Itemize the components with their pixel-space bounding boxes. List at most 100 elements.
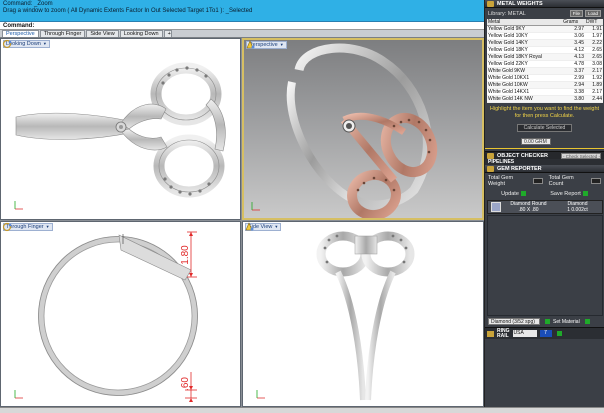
add-tab-button[interactable]: +: [163, 30, 172, 37]
ring-size-select[interactable]: 7: [539, 330, 552, 337]
table-row[interactable]: Yellow Gold 18KY Royal 4.13 2.65: [487, 53, 603, 61]
dwt-cell: 2.17: [584, 88, 603, 96]
material-icon[interactable]: [545, 319, 550, 324]
metal-name-cell: Yellow Gold 9KY: [487, 25, 563, 33]
dwt-cell: 2.44: [584, 95, 603, 103]
grams-cell: 3.80: [562, 95, 585, 103]
render-mode-icon[interactable]: [244, 40, 256, 50]
metal-name-cell: White Gold 14K NW: [487, 95, 563, 103]
library-row: Library: METAL File Load: [485, 8, 604, 19]
library-label: Library: METAL: [488, 10, 526, 17]
tab-through-finger[interactable]: Through Finger: [39, 30, 86, 37]
set-material-icon[interactable]: [584, 319, 590, 324]
ring-camera-icon[interactable]: [1, 222, 13, 232]
viewport-through-finger[interactable]: 1.80 .60 Through Finger ▼: [0, 221, 241, 407]
metal-weights-title: METAL WEIGHTS: [497, 1, 543, 7]
command-history-line-2: Drag a window to zoom ( All Dynamic Exte…: [3, 7, 253, 14]
ring-region-select[interactable]: USA: [512, 330, 537, 337]
ring-icon: [487, 330, 494, 337]
table-row[interactable]: White Gold 14KX1 3.38 2.17: [487, 88, 603, 96]
perspective-render: [251, 43, 438, 218]
total-gem-weight-label: Total Gem Weight: [488, 175, 514, 187]
table-row[interactable]: Yellow Gold 22KY 4.78 3.08: [487, 60, 603, 68]
render-mode-icon[interactable]: [243, 222, 255, 232]
chevron-down-icon: ▼: [42, 41, 47, 46]
tab-perspective[interactable]: Perspective: [2, 30, 39, 37]
dwt-cell: 3.08: [584, 60, 603, 68]
grams-cell: 4.78: [562, 60, 585, 68]
object-checker-field[interactable]: - Check Selected -: [561, 152, 601, 159]
total-gem-count-label: Total Gem Count: [548, 175, 574, 187]
viewport-perspective[interactable]: Perspective ▼: [242, 38, 484, 220]
ring-rail-row: RING RAIL USA 7: [485, 327, 604, 339]
side-view-render: [256, 231, 415, 401]
command-prompt[interactable]: Command:: [0, 21, 484, 30]
separator: [485, 148, 604, 149]
table-row[interactable]: White Gold 9KW 3.37 2.17: [487, 67, 603, 75]
metal-weights-header[interactable]: METAL WEIGHTS: [485, 0, 604, 8]
gem-reporter-title: GEM REPORTER: [497, 166, 542, 172]
viewport-looking-down[interactable]: Looking Down ▼: [0, 38, 241, 220]
table-row[interactable]: Yellow Gold 9KY 2.97 1.91: [487, 25, 603, 33]
checker-icon: [487, 152, 494, 159]
metal-name-cell: White Gold 14KX1: [487, 88, 563, 96]
metal-name-cell: White Gold 10KW: [487, 81, 563, 89]
dwt-cell: 1.91: [584, 25, 603, 33]
gem-icon: [487, 166, 494, 172]
object-checker-title: OBJECT CHECKER: [497, 152, 549, 159]
object-checker-row[interactable]: OBJECT CHECKER - Check Selected -: [485, 151, 604, 159]
viewport-tab-bar: Perspective Through Finger Side View Loo…: [0, 30, 484, 38]
tab-side-view[interactable]: Side View: [86, 30, 119, 37]
table-row[interactable]: Yellow Gold 10KY 3.06 1.97: [487, 32, 603, 40]
grams-cell: 3.38: [562, 88, 585, 96]
metal-name-cell: Yellow Gold 22KY: [487, 60, 563, 68]
library-file-button[interactable]: File: [569, 10, 583, 17]
grams-cell: 4.13: [562, 53, 585, 61]
set-material-label[interactable]: Set Material: [553, 319, 580, 325]
material-row: Diamond (3/52 spg) Set Material: [485, 316, 604, 327]
dwt-cell: 1.92: [584, 74, 603, 82]
update-icon: [520, 191, 526, 197]
table-row[interactable]: White Gold 10KX1 2.99 1.92: [487, 74, 603, 82]
save-icon: [582, 191, 588, 197]
metal-name-cell: Yellow Gold 10KY: [487, 32, 563, 40]
table-row[interactable]: Yellow Gold 18KY 4.12 2.65: [487, 46, 603, 54]
chevron-down-icon: ▼: [274, 224, 279, 229]
table-row[interactable]: White Gold 10KW 2.94 1.89: [487, 81, 603, 89]
command-history: Command: _Zoom Drag a window to zoom ( A…: [0, 0, 484, 21]
through-finger-render: 1.80 .60: [14, 231, 198, 402]
total-gem-weight-field: [532, 178, 543, 184]
metal-name-cell: Yellow Gold 18KY: [487, 46, 563, 54]
chevron-down-icon: ▼: [279, 42, 284, 47]
metal-name-cell: White Gold 10KX1: [487, 74, 563, 82]
table-row[interactable]: Yellow Gold 14KY 3.45 2.22: [487, 39, 603, 47]
save-report-button[interactable]: Save Report: [550, 191, 588, 197]
dwt-cell: 1.97: [584, 32, 603, 40]
dwt-cell: 2.65: [584, 53, 603, 61]
gem-list-row[interactable]: Diamond Round Diamond .80 X .80 1 0.002c…: [487, 200, 603, 214]
calculate-hint: Highlight the item you want to find the …: [489, 106, 600, 119]
gem-totals-row: Total Gem Weight Total Gem Count: [485, 173, 604, 189]
right-panel: METAL WEIGHTS Library: METAL File Load M…: [484, 0, 604, 413]
dimension-top-label: 1.80: [180, 245, 191, 265]
grams-cell: 3.45: [562, 39, 585, 47]
update-button[interactable]: Update: [501, 191, 526, 197]
gem-list-area[interactable]: [487, 215, 603, 316]
material-select[interactable]: Diamond (3/52 spg): [488, 318, 540, 325]
gem-reporter-header[interactable]: GEM REPORTER: [485, 165, 604, 173]
gem-col-2-value: 1 0.002ct: [567, 207, 588, 213]
ring-apply-icon[interactable]: [556, 331, 562, 336]
ring-camera-icon[interactable]: [1, 39, 13, 49]
tab-looking-down[interactable]: Looking Down: [119, 30, 163, 37]
library-load-button[interactable]: Load: [584, 10, 601, 17]
grams-result-field[interactable]: 0.00 GRM: [521, 138, 551, 145]
dwt-cell: 2.22: [584, 39, 603, 47]
viewport-side-view[interactable]: Side View ▼: [242, 221, 484, 407]
metal-name-cell: Yellow Gold 14KY: [487, 39, 563, 47]
table-row[interactable]: White Gold 14K NW 3.80 2.44: [487, 95, 603, 103]
grams-cell: 3.06: [562, 32, 585, 40]
calculate-selected-button[interactable]: Calculate Selected: [516, 124, 573, 132]
status-bar: [0, 407, 604, 413]
grams-cell: 2.99: [562, 74, 585, 82]
total-gem-count-field: [591, 178, 601, 184]
